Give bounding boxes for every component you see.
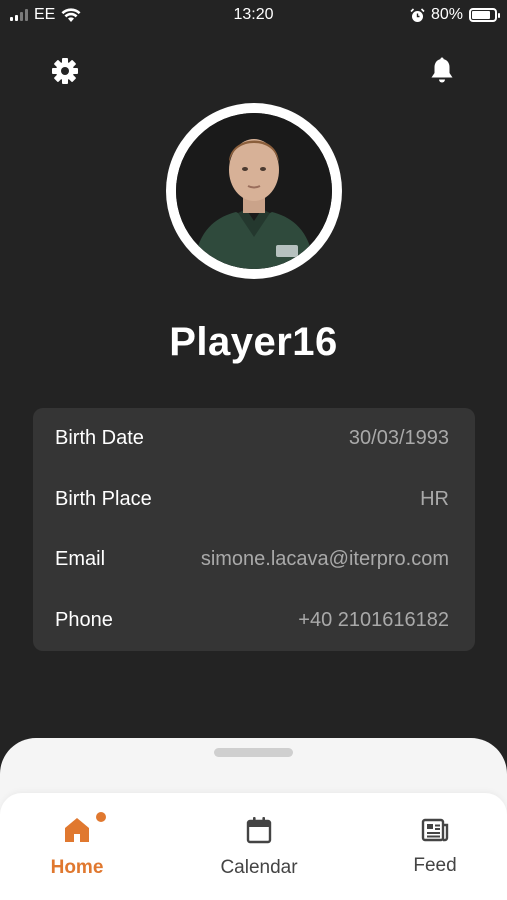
player-name: Player16 [169, 320, 338, 364]
tab-feed[interactable]: Feed [370, 793, 500, 900]
battery-percent: 80% [430, 6, 463, 23]
wifi-icon [61, 7, 81, 22]
drag-handle[interactable] [214, 748, 293, 757]
detail-label: Birth Place [55, 487, 152, 510]
detail-value: 30/03/1993 [348, 426, 449, 449]
settings-button[interactable] [48, 54, 82, 88]
detail-label: Birth Date [55, 426, 144, 449]
tab-home[interactable]: Home [12, 793, 142, 900]
tab-label: Calendar [220, 857, 298, 878]
tab-calendar[interactable]: Calendar [194, 793, 324, 900]
avatar-photo [176, 113, 332, 269]
gear-icon [52, 58, 78, 84]
battery-level [472, 11, 490, 19]
detail-value[interactable]: +40 2101616182 [298, 609, 449, 632]
calendar-icon [246, 817, 272, 844]
status-left: EE [10, 6, 81, 24]
tab-label: Home [50, 857, 104, 878]
player-photo [176, 113, 332, 269]
avatar[interactable] [166, 103, 342, 279]
status-bar: EE 13:20 80% [0, 0, 507, 30]
detail-value: HR [420, 487, 449, 510]
detail-row-phone: Phone +40 2101616182 [55, 590, 449, 651]
carrier-label: EE [34, 6, 56, 23]
battery-icon [469, 8, 500, 22]
detail-value[interactable]: simone.lacava@iterpro.com [201, 548, 449, 571]
detail-row-email: Email simone.lacava@iterpro.com [55, 530, 449, 591]
bell-icon [431, 57, 453, 83]
status-right: 80% [410, 6, 500, 24]
player-details-card: Birth Date 30/03/1993 Birth Place HR Ema… [33, 408, 475, 651]
detail-row-birth-place: Birth Place HR [55, 469, 449, 530]
detail-label: Email [55, 548, 106, 571]
tab-label: Feed [413, 855, 457, 876]
notification-dot [96, 812, 106, 822]
feed-icon [421, 818, 449, 842]
home-icon [65, 818, 89, 842]
tab-bar: Home Calendar Feed [0, 793, 507, 900]
cellular-signal-icon [10, 9, 28, 21]
alarm-icon [410, 7, 425, 22]
notifications-button[interactable] [425, 54, 459, 88]
detail-label: Phone [55, 609, 113, 632]
detail-row-birth-date: Birth Date 30/03/1993 [55, 408, 449, 469]
